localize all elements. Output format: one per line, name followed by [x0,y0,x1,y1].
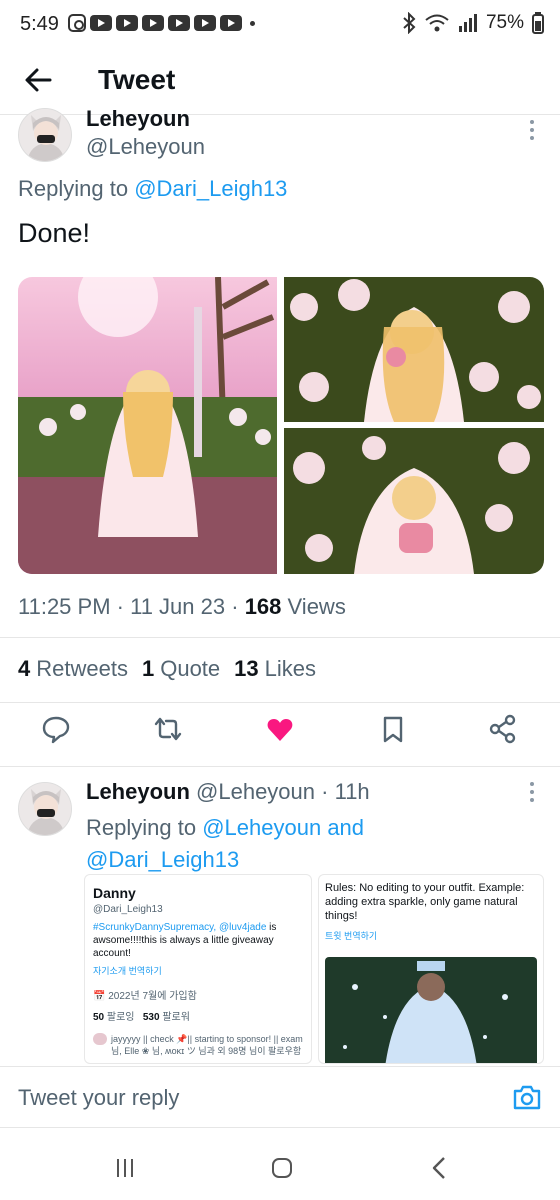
replying-to-and: and [327,815,365,840]
media-image-1[interactable] [18,277,277,574]
tweet-text: Done! [18,218,91,248]
like-icon[interactable] [265,714,295,744]
status-bar: 5:49 75% [0,0,560,50]
media-grid [18,277,544,574]
recent-apps-icon[interactable] [113,1156,137,1180]
card-translate-tweet: 트윗 번역하기 [325,931,378,941]
back-arrow-icon[interactable] [22,64,54,96]
media-image-3[interactable] [284,428,544,574]
replying-to-link[interactable]: @Leheyoun [202,815,321,840]
reply-bar: Tweet your reply [0,1066,560,1128]
replying-to-link[interactable]: @Dari_Leigh13 [134,176,287,201]
battery-icon [532,12,544,34]
card-follow-counts: 50 팔로잉 530 팔로워 [93,1012,190,1023]
card-translate-bio: 자기소개 번역하기 [93,966,162,976]
author-name[interactable]: Leheyoun [86,106,190,132]
youtube-icon [194,15,216,31]
reply-replying-to: Replying to @Leheyoun and @Dari_Leigh13 [86,812,486,876]
signal-icon [458,14,477,32]
tweet-time: 11:25 PM [18,594,111,619]
card-outfit-image [325,957,537,1063]
camera-icon[interactable] [512,1083,542,1111]
bookmark-icon[interactable] [378,714,408,744]
mini-avatar [93,1033,107,1045]
status-right: 75% [402,12,544,34]
action-bar [0,714,560,754]
reply-author-handle[interactable]: @Leheyoun [196,779,315,804]
views-count: 168 [244,594,282,619]
divider [0,702,560,703]
author-handle[interactable]: @Leheyoun [86,134,205,160]
retweets-stat[interactable]: 4 Retweets [18,656,128,682]
tweet-date: 11 Jun 23 [130,594,226,619]
card-followed-by: jayyyyy || check 📌|| starting to sponsor… [93,1033,303,1057]
divider [0,766,560,767]
reply-icon[interactable] [41,714,71,744]
engagement-stats: 4 Retweets 1 Quote 13 Likes [18,656,316,682]
status-time: 5:49 [20,13,59,35]
wifi-icon [425,14,449,32]
reply-input[interactable]: Tweet your reply [18,1085,179,1111]
notification-icons [68,14,255,32]
reply-author-name[interactable]: Leheyoun [86,779,190,804]
reply-header: Leheyoun @Leheyoun · 11h [86,779,370,804]
avatar[interactable] [18,108,72,162]
card-rules-text: Rules: No editing to your outfit. Exampl… [325,882,525,922]
tweet-meta: 11:25 PM · 11 Jun 23 · 168 Views [18,594,346,619]
youtube-icon [168,15,190,31]
back-icon[interactable] [428,1156,452,1180]
replying-to-line: Replying to @Dari_Leigh13 [18,176,287,202]
divider [0,637,560,638]
avatar-image [19,783,71,835]
card-profile-bio: #ScrunkyDannySupremacy, @luv4jade is aws… [93,922,277,959]
bluetooth-icon [403,12,416,34]
instagram-icon [68,14,86,32]
youtube-icon [116,15,138,31]
avatar[interactable] [18,782,72,836]
card-profile-handle: @Dari_Leigh13 [93,904,163,915]
more-options-icon[interactable] [522,780,542,804]
reply-image-rules-card[interactable]: Rules: No editing to your outfit. Exampl… [318,874,544,1064]
share-icon[interactable] [488,714,518,744]
app-header: Tweet [0,50,560,112]
battery-level: 75% [485,12,524,33]
card-joined-date: 📅 2022년 7월에 가입함 [93,991,197,1002]
avatar-image [19,109,71,161]
page-title: Tweet [98,64,176,95]
more-notifications-icon [250,20,255,26]
reply-age: 11h [334,779,370,804]
views-label[interactable]: Views [288,594,346,619]
header-divider [0,114,560,115]
likes-stat[interactable]: 13 Likes [234,656,316,682]
youtube-icon [142,15,164,31]
replying-to-prefix: Replying to [86,815,197,840]
reply-image-profile-card[interactable]: Danny @Dari_Leigh13 #ScrunkyDannySuprema… [84,874,312,1064]
quotes-stat[interactable]: 1 Quote [142,656,220,682]
home-icon[interactable] [270,1156,294,1180]
youtube-icon [90,15,112,31]
replying-to-prefix: Replying to [18,176,129,201]
media-image-2[interactable] [284,277,544,422]
system-nav-bar [0,1130,560,1200]
card-profile-name: Danny [93,885,136,901]
youtube-icon [220,15,242,31]
replying-to-link[interactable]: @Dari_Leigh13 [86,847,239,872]
retweet-icon[interactable] [153,714,183,744]
more-options-icon[interactable] [522,118,542,142]
